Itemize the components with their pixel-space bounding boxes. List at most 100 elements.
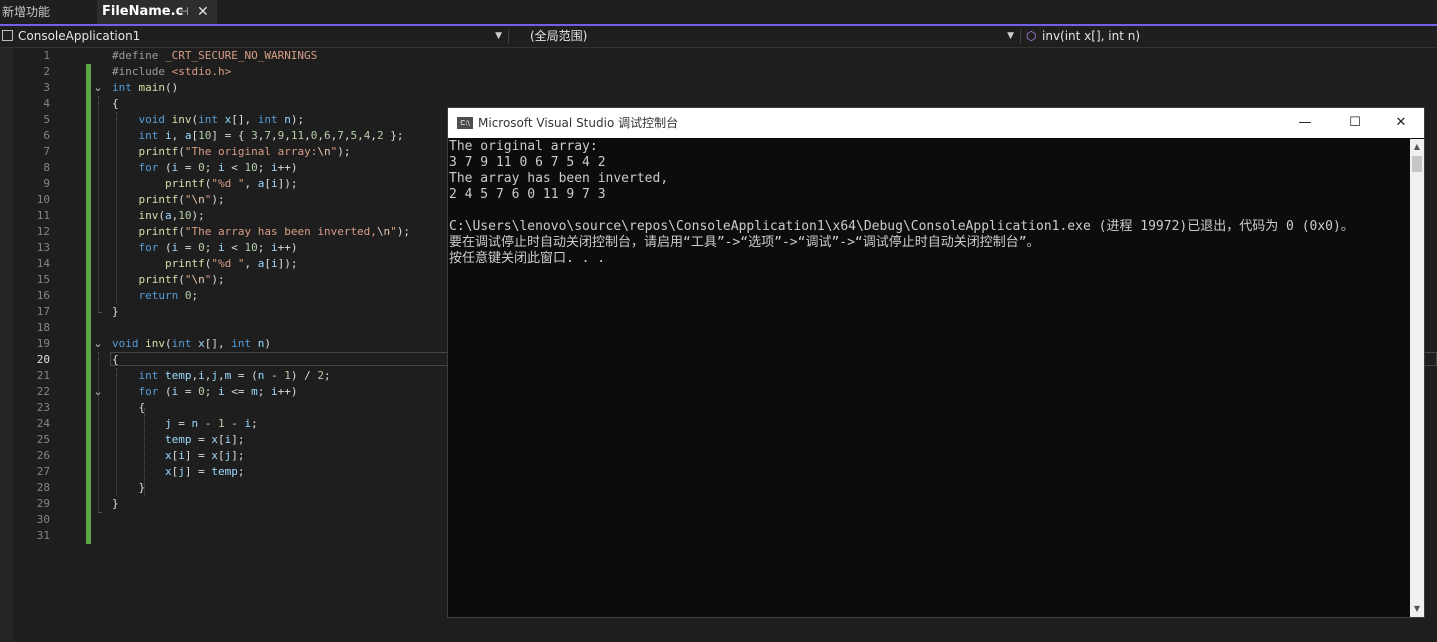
- line-number: 23: [36, 401, 50, 414]
- console-output[interactable]: The original array: 3 7 9 11 0 6 7 5 4 2T…: [448, 139, 1411, 617]
- code-line[interactable]: printf("%d ", a[i]);: [112, 176, 410, 192]
- code-line[interactable]: x[j] = temp;: [112, 464, 410, 480]
- debug-console-window[interactable]: C:\ Microsoft Visual Studio 调试控制台 — ☐ ✕ …: [447, 107, 1425, 618]
- line-number: 22: [36, 385, 50, 398]
- line-number: 6: [43, 129, 50, 142]
- code-line[interactable]: #define _CRT_SECURE_NO_WARNINGS: [112, 48, 410, 64]
- chevron-down-icon[interactable]: ▼: [1007, 26, 1014, 47]
- code-line[interactable]: return 0;: [112, 288, 410, 304]
- code-lines[interactable]: #define _CRT_SECURE_NO_WARNINGS #include …: [112, 48, 410, 544]
- project-dropdown-label: ConsoleApplication1: [18, 29, 141, 43]
- code-line[interactable]: void inv(int x[], int n): [112, 336, 410, 352]
- code-line[interactable]: }: [112, 480, 410, 496]
- console-scrollbar[interactable]: ▲ ▼: [1410, 139, 1424, 617]
- scroll-up-arrow-icon[interactable]: ▲: [1410, 141, 1424, 153]
- console-output-line: 按任意键关闭此窗口. . .: [449, 251, 606, 266]
- line-number: 9: [43, 177, 50, 190]
- pin-icon[interactable]: ⊣: [179, 0, 189, 24]
- close-button[interactable]: ✕: [1378, 108, 1424, 138]
- tab-filename-c[interactable]: FileName.c ⊣ ✕: [97, 0, 217, 24]
- code-line[interactable]: {: [112, 352, 410, 368]
- scope-guide-line: [98, 352, 99, 512]
- scroll-down-arrow-icon[interactable]: ▼: [1410, 603, 1424, 615]
- code-line[interactable]: }: [112, 496, 410, 512]
- line-number: 1: [43, 49, 50, 62]
- editor-left-margin: [0, 48, 14, 642]
- line-number: 28: [36, 481, 50, 494]
- fold-toggle-icon[interactable]: ⌄: [92, 82, 104, 94]
- line-number-gutter: 1 2 3 4 5 6 7 8 9 10 11 12 13 14 15 16 17 18 19 20 21 22 23 24 2…: [14, 48, 50, 544]
- code-line[interactable]: for (i = 0; i < 10; i++): [112, 240, 410, 256]
- line-number: 10: [36, 193, 50, 206]
- line-number: 30: [36, 513, 50, 526]
- member-dropdown[interactable]: ⬡ inv(int x[], int n): [1022, 26, 1437, 47]
- line-number: 16: [36, 289, 50, 302]
- fold-toggle-icon[interactable]: ⌄: [92, 338, 104, 350]
- code-line[interactable]: [112, 528, 410, 544]
- code-line[interactable]: }: [112, 304, 410, 320]
- line-number: 17: [36, 305, 50, 318]
- line-number: 25: [36, 433, 50, 446]
- code-line[interactable]: {: [112, 400, 410, 416]
- line-number: 15: [36, 273, 50, 286]
- code-line[interactable]: temp = x[i];: [112, 432, 410, 448]
- code-line[interactable]: printf("The array has been inverted,\n")…: [112, 224, 411, 240]
- scope-dropdown-label: (全局范围): [530, 29, 588, 43]
- scope-guide-end: [98, 312, 102, 313]
- line-number: 31: [36, 529, 50, 542]
- change-tracking-bar: [86, 64, 91, 544]
- line-number: 19: [36, 337, 50, 350]
- console-output-line: The original array:: [449, 139, 598, 154]
- code-line[interactable]: x[i] = x[j];: [112, 448, 410, 464]
- console-app-icon: C:\: [457, 117, 473, 129]
- minimize-button[interactable]: —: [1282, 108, 1328, 138]
- project-dropdown[interactable]: ConsoleApplication1 ▼: [0, 26, 506, 47]
- console-title: Microsoft Visual Studio 调试控制台: [478, 116, 679, 130]
- scrollbar-thumb[interactable]: [1412, 156, 1422, 172]
- line-number: 11: [36, 209, 50, 222]
- line-number: 29: [36, 497, 50, 510]
- console-title-bar[interactable]: C:\ Microsoft Visual Studio 调试控制台 — ☐ ✕: [448, 108, 1424, 138]
- close-tab-icon[interactable]: ✕: [197, 0, 209, 24]
- code-line[interactable]: printf("\n");: [112, 192, 410, 208]
- code-line[interactable]: #include <stdio.h>: [112, 64, 410, 80]
- code-line[interactable]: j = n - 1 - i;: [112, 416, 410, 432]
- console-output-line: 3 7 9 11 0 6 7 5 4 2: [449, 155, 606, 170]
- tab-new-features[interactable]: 新增功能: [0, 0, 98, 24]
- line-number: 26: [36, 449, 50, 462]
- code-line[interactable]: printf("\n");: [112, 272, 410, 288]
- maximize-button[interactable]: ☐: [1332, 108, 1378, 138]
- line-number: 7: [43, 145, 50, 158]
- line-number: 24: [36, 417, 50, 430]
- line-number: 21: [36, 369, 50, 382]
- console-output-line: 2 4 5 7 6 0 11 9 7 3: [449, 187, 606, 202]
- code-line[interactable]: {: [112, 96, 410, 112]
- scope-guide-line: [98, 96, 99, 312]
- code-line[interactable]: [112, 512, 410, 528]
- line-number: 18: [36, 321, 50, 334]
- scope-dropdown[interactable]: (全局范围) ▼: [510, 26, 1018, 47]
- code-line[interactable]: void inv(int x[], int n);: [112, 112, 410, 128]
- chevron-down-icon[interactable]: ▼: [495, 26, 502, 47]
- navigation-bar: ConsoleApplication1 ▼ (全局范围) ▼ ⬡ inv(int…: [0, 26, 1437, 48]
- code-line[interactable]: int main(): [112, 80, 410, 96]
- code-line[interactable]: printf("%d ", a[i]);: [112, 256, 410, 272]
- code-line[interactable]: [112, 320, 410, 336]
- code-line[interactable]: for (i = 0; i < 10; i++): [112, 160, 410, 176]
- member-dropdown-label: inv(int x[], int n): [1042, 29, 1141, 43]
- code-line[interactable]: int i, a[10] = { 3,7,9,11,0,6,7,5,4,2 };: [112, 128, 410, 144]
- line-number: 13: [36, 241, 50, 254]
- code-line[interactable]: for (i = 0; i <= m; i++): [112, 384, 410, 400]
- line-number: 20: [36, 353, 50, 366]
- project-icon: [2, 30, 13, 41]
- code-line[interactable]: printf("The original array:\n");: [112, 144, 410, 160]
- tab-new-features-label: 新增功能: [2, 5, 51, 19]
- code-line[interactable]: int temp,i,j,m = (n - 1) / 2;: [112, 368, 410, 384]
- console-output-line: 要在调试停止时自动关闭控制台，请启用“工具”->“选项”->“调试”->“调试停…: [449, 235, 1040, 250]
- line-number: 27: [36, 465, 50, 478]
- tab-filename-c-label: FileName.c: [102, 4, 184, 19]
- line-number: 5: [43, 113, 50, 126]
- line-number: 8: [43, 161, 50, 174]
- line-number: 3: [43, 81, 50, 94]
- code-line[interactable]: inv(a,10);: [112, 208, 410, 224]
